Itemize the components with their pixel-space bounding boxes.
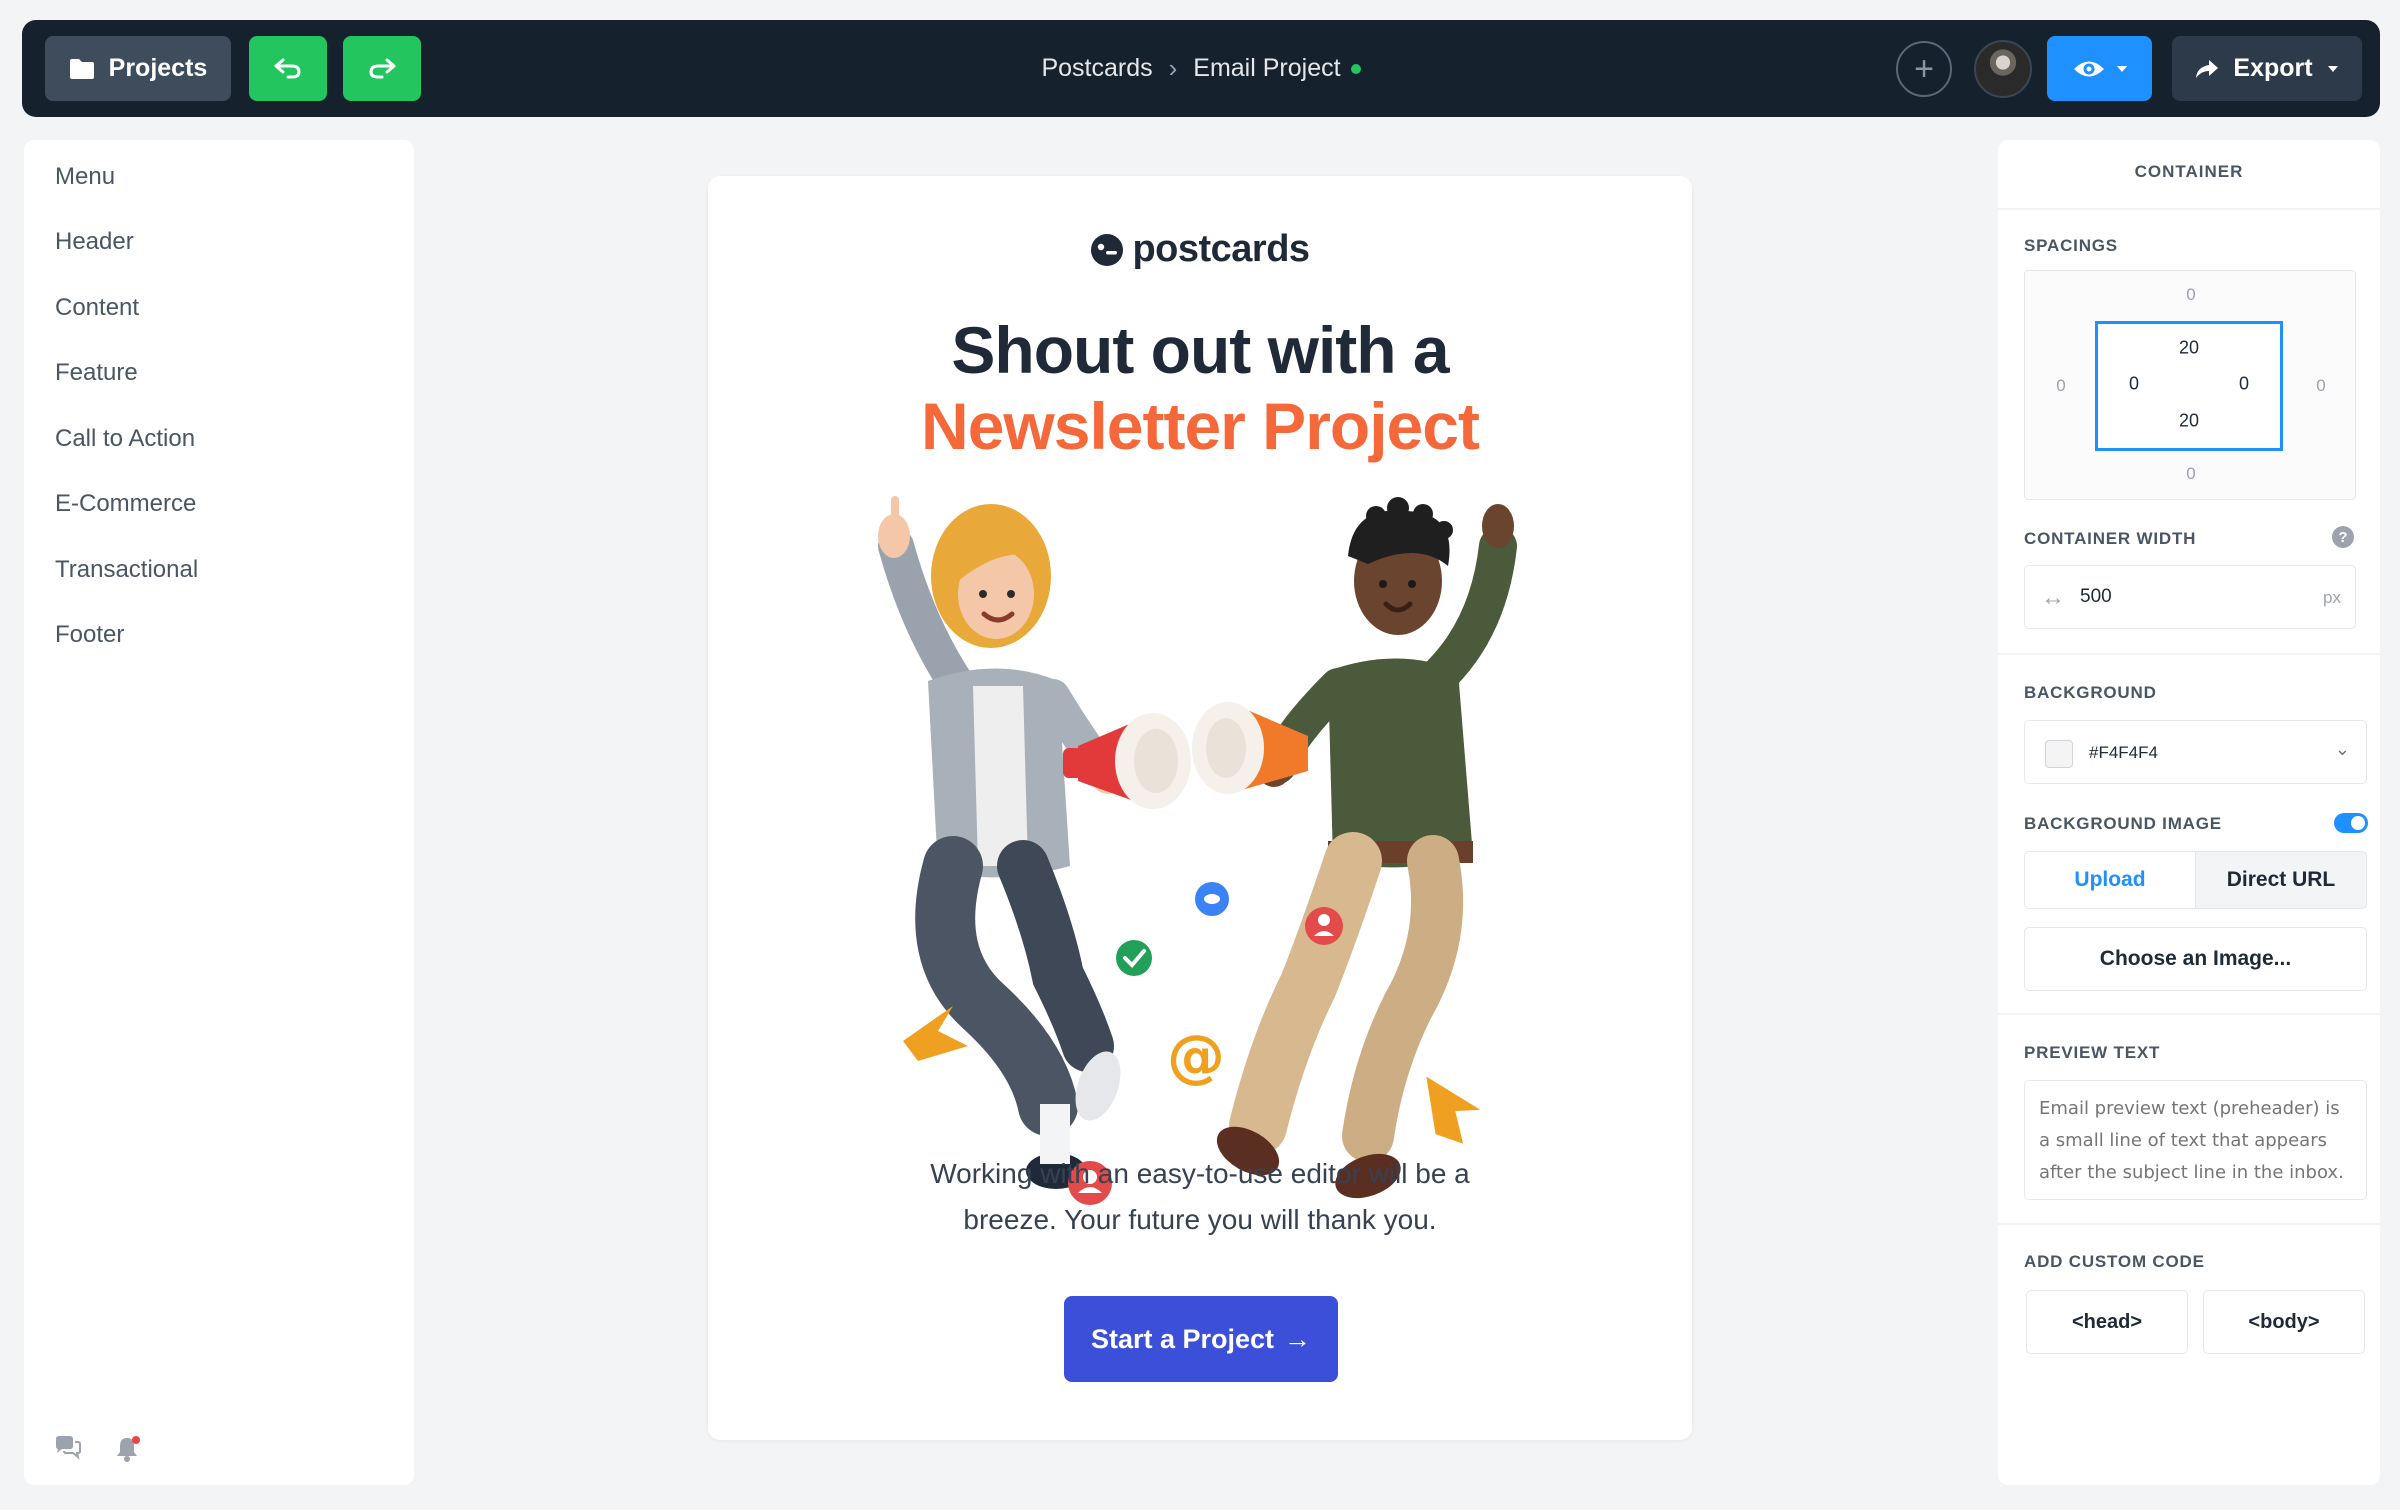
undo-button[interactable] <box>249 36 327 101</box>
sidebar-item-feature[interactable]: Feature <box>55 359 138 387</box>
sidebar-item-transactional[interactable]: Transactional <box>55 556 198 584</box>
background-color-select[interactable]: #F4F4F4 ⌄ <box>2024 720 2367 784</box>
sidebar-item-menu[interactable]: Menu <box>55 163 115 191</box>
projects-label: Projects <box>108 54 208 82</box>
spacing-editor: 0 0 0 0 20 0 0 20 <box>2024 270 2356 500</box>
inner-bottom-spacing[interactable]: 20 <box>2179 411 2199 432</box>
background-image-label: BACKGROUND IMAGE <box>2024 814 2222 833</box>
head-code-button[interactable]: <head> <box>2026 1290 2188 1354</box>
chevron-down-icon: ⌄ <box>2334 739 2350 759</box>
headline-line-2: Newsletter Project <box>921 389 1480 463</box>
sidebar-item-call-to-action[interactable]: Call to Action <box>55 425 195 453</box>
outer-bottom-spacing[interactable]: 0 <box>2186 464 2195 484</box>
breadcrumb-root[interactable]: Postcards <box>1041 54 1152 83</box>
body-line-2: breeze. Your future you will thank you. <box>963 1204 1437 1235</box>
app-window: Projects Postcards › Email Project + Exp… <box>0 0 2400 1510</box>
body-line-1: Working with an easy-to-use editor will … <box>930 1158 1470 1189</box>
choose-image-button[interactable]: Choose an Image... <box>2024 927 2367 991</box>
color-swatch[interactable] <box>2045 740 2073 768</box>
start-project-button[interactable]: Start a Project → <box>1064 1296 1338 1382</box>
divider <box>1998 208 2380 210</box>
left-character <box>878 496 1191 1189</box>
spacings-label: SPACINGS <box>2024 236 2118 255</box>
sidebar-item-e-commerce[interactable]: E-Commerce <box>55 490 196 518</box>
bell-icon[interactable] <box>114 1435 142 1463</box>
container-width-input[interactable]: ↔ 500 px <box>2024 565 2356 629</box>
headline-line-1: Shout out with a <box>951 313 1449 387</box>
sidebar-item-content[interactable]: Content <box>55 294 139 322</box>
inner-spacing-box: 20 0 0 20 <box>2095 321 2283 451</box>
redo-button[interactable] <box>343 36 421 101</box>
arrow-right-icon: → <box>1284 1323 1312 1354</box>
share-arrow-icon <box>2196 59 2219 78</box>
divider <box>1998 653 2380 655</box>
tab-upload[interactable]: Upload <box>2025 852 2196 908</box>
inner-top-spacing[interactable]: 20 <box>2179 338 2199 359</box>
properties-panel: CONTAINER SPACINGS 0 0 0 0 20 0 0 20 CON… <box>1998 140 2380 1485</box>
svg-text:@: @ <box>1167 1022 1225 1090</box>
cta-label: Start a Project <box>1090 1323 1275 1354</box>
caret-down-icon <box>2116 65 2127 72</box>
help-icon[interactable]: ? <box>2332 526 2354 548</box>
plus-icon: + <box>1914 49 1934 88</box>
tab-direct-url[interactable]: Direct URL <box>2196 852 2366 908</box>
sidebar-item-footer[interactable]: Footer <box>55 621 124 649</box>
folder-icon <box>69 58 94 79</box>
background-label: BACKGROUND <box>2024 683 2157 702</box>
sidebar-item-header[interactable]: Header <box>55 228 134 256</box>
divider <box>1998 1223 2380 1225</box>
add-collaborator-button[interactable]: + <box>1896 41 1952 97</box>
logo-text: postcards <box>1132 228 1310 270</box>
container-width-label: CONTAINER WIDTH <box>2024 529 2197 548</box>
body-code-button[interactable]: <body> <box>2203 1290 2365 1354</box>
blocks-sidebar: Menu Header Content Feature Call to Acti… <box>24 140 414 1485</box>
background-color-value: #F4F4F4 <box>2089 743 2158 762</box>
caret-down-icon <box>2327 65 2338 72</box>
email-body-text: Working with an easy-to-use editor will … <box>858 1151 1542 1243</box>
postcards-logo-icon <box>1091 233 1124 266</box>
breadcrumb-current[interactable]: Email Project <box>1193 54 1340 83</box>
email-logo: postcards <box>708 228 1692 271</box>
panel-title: CONTAINER <box>2134 162 2244 181</box>
preview-button[interactable] <box>2047 36 2152 101</box>
eye-icon <box>2073 61 2104 76</box>
undo-icon <box>274 58 301 78</box>
preview-text-input[interactable] <box>2024 1080 2367 1200</box>
preview-text-label: PREVIEW TEXT <box>2024 1043 2161 1062</box>
outer-top-spacing[interactable]: 0 <box>2186 285 2195 305</box>
export-button[interactable]: Export <box>2172 36 2362 101</box>
width-unit: px <box>2323 588 2341 607</box>
inner-right-spacing[interactable]: 0 <box>2239 374 2249 395</box>
email-headline: Shout out with a Newsletter Project <box>708 312 1692 464</box>
redo-icon <box>369 58 396 78</box>
avatar[interactable] <box>1974 40 2032 98</box>
divider <box>1998 1013 2380 1015</box>
export-label: Export <box>2233 54 2313 82</box>
email-preview-card[interactable]: postcards Shout out with a Newsletter Pr… <box>708 176 1692 1440</box>
chevron-right-icon: › <box>1168 53 1178 83</box>
custom-code-label: ADD CUSTOM CODE <box>2024 1252 2205 1271</box>
inner-left-spacing[interactable]: 0 <box>2129 374 2139 395</box>
container-width-value: 500 <box>2080 586 2112 607</box>
background-image-toggle[interactable] <box>2334 813 2368 833</box>
image-source-tabs: Upload Direct URL <box>2024 851 2367 909</box>
horizontal-resize-icon: ↔ <box>2041 584 2065 611</box>
outer-right-spacing[interactable]: 0 <box>2316 376 2325 396</box>
top-toolbar: Projects Postcards › Email Project + Exp… <box>22 20 2380 117</box>
right-character <box>1192 497 1517 1199</box>
outer-left-spacing[interactable]: 0 <box>2056 376 2065 396</box>
status-dot <box>1350 63 1361 74</box>
projects-button[interactable]: Projects <box>45 36 231 101</box>
chat-icon[interactable] <box>54 1435 82 1461</box>
